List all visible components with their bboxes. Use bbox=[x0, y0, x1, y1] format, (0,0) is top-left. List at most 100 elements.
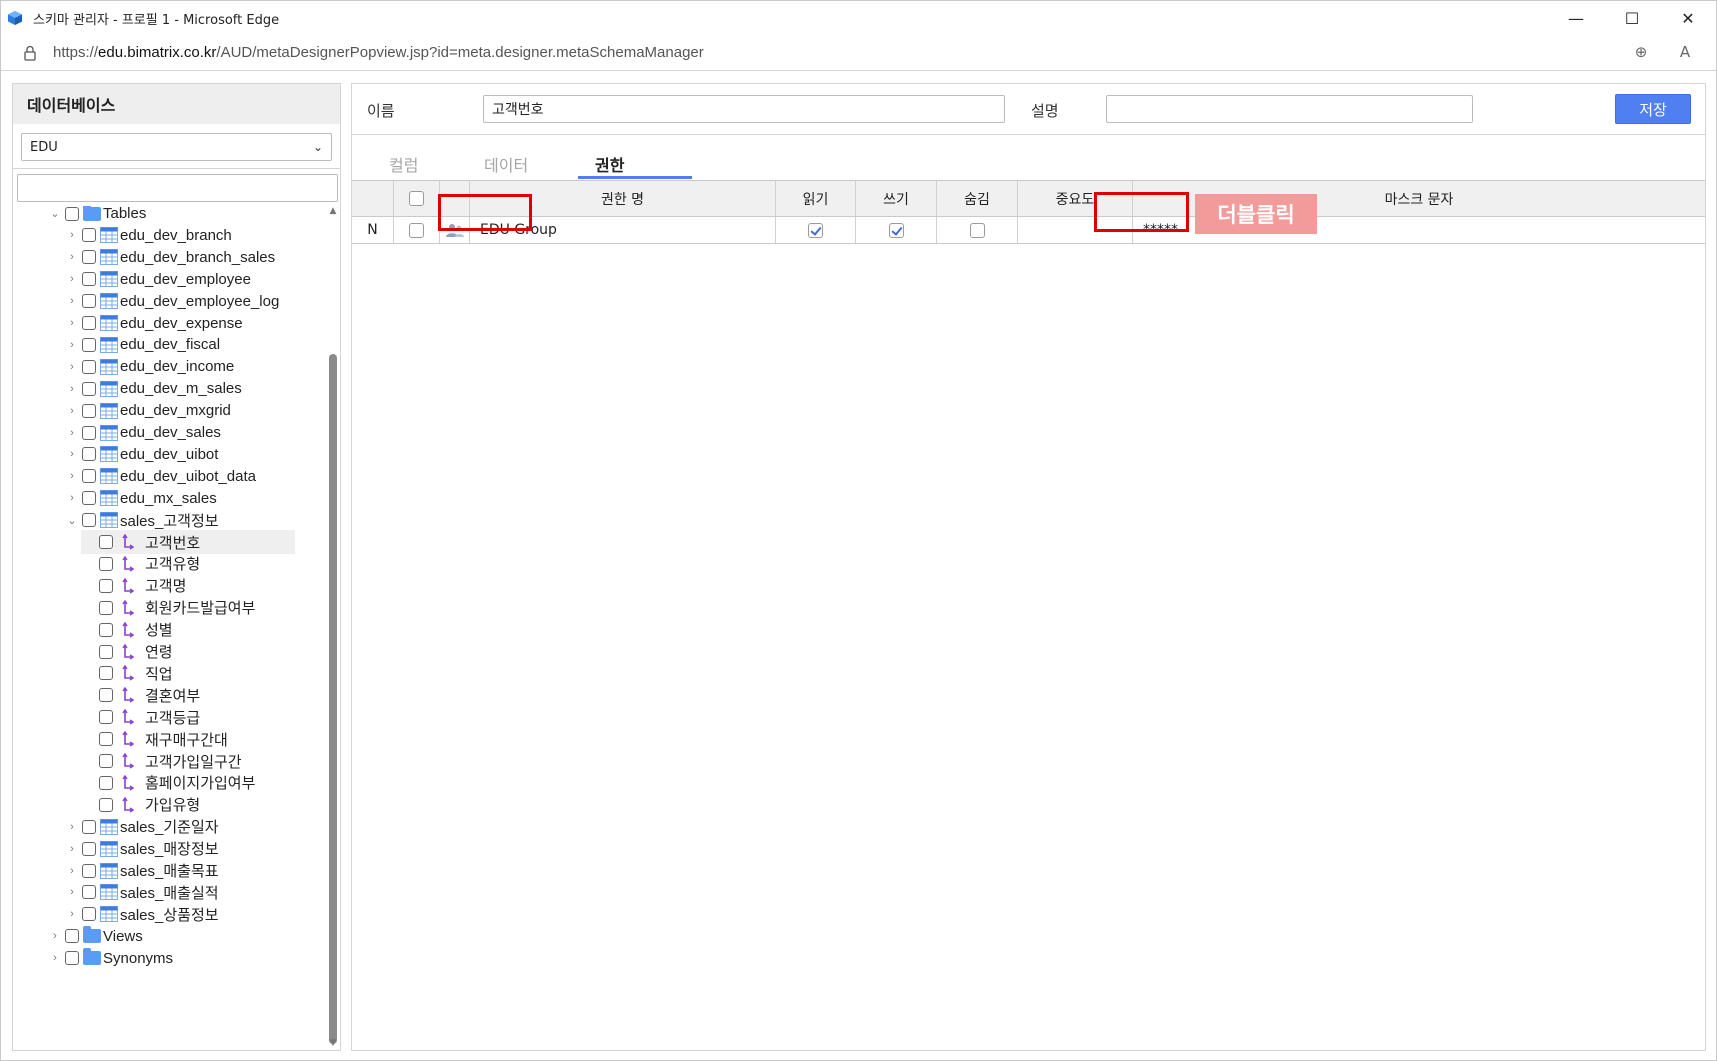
tree-checkbox[interactable] bbox=[82, 403, 96, 418]
tree-table-item[interactable]: › sales_상품정보 bbox=[66, 902, 325, 926]
chevron-right-icon[interactable]: › bbox=[66, 908, 78, 920]
chevron-right-icon[interactable]: › bbox=[66, 339, 78, 351]
row-checkbox[interactable] bbox=[409, 222, 424, 238]
save-button[interactable]: 저장 bbox=[1615, 94, 1691, 124]
tree-column-item[interactable]: 고객등급 bbox=[83, 705, 325, 729]
read-aloud-icon[interactable]: A bbox=[1674, 41, 1696, 63]
tree-checkbox[interactable] bbox=[99, 600, 113, 615]
tree-checkbox[interactable] bbox=[82, 337, 96, 352]
chevron-right-icon[interactable]: › bbox=[66, 448, 78, 460]
tree-column-item[interactable]: 홈페이지가입여부 bbox=[83, 771, 325, 795]
tree-column-item[interactable]: 연령 bbox=[83, 640, 325, 664]
scroll-down-icon[interactable]: ▼ bbox=[328, 1038, 338, 1048]
close-button[interactable]: ✕ bbox=[1660, 1, 1716, 35]
tree-column-item[interactable]: 고객번호 bbox=[81, 530, 295, 554]
chevron-right-icon[interactable]: › bbox=[66, 470, 78, 482]
tree-checkbox[interactable] bbox=[82, 863, 96, 878]
hide-checkbox[interactable] bbox=[969, 222, 985, 238]
tree-checkbox[interactable] bbox=[99, 754, 113, 768]
chevron-right-icon[interactable]: › bbox=[66, 821, 78, 833]
tree-checkbox[interactable] bbox=[99, 797, 113, 812]
tree-table-item[interactable]: › edu_dev_uibot_data bbox=[66, 464, 325, 488]
chevron-down-icon[interactable]: ⌄ bbox=[66, 514, 78, 527]
chevron-right-icon[interactable]: › bbox=[66, 251, 78, 263]
tab-data[interactable]: 데이터 bbox=[484, 152, 528, 176]
tree-table-item[interactable]: › edu_dev_sales bbox=[66, 421, 325, 445]
tree-checkbox[interactable] bbox=[99, 556, 113, 571]
tree-checkbox[interactable] bbox=[99, 775, 113, 790]
tree-checkbox[interactable] bbox=[65, 951, 79, 966]
tree-table-item[interactable]: › edu_dev_branch_sales bbox=[66, 245, 325, 269]
chevron-right-icon[interactable]: › bbox=[49, 952, 61, 964]
tree-checkbox[interactable] bbox=[82, 491, 96, 506]
tab-columns[interactable]: 컬럼 bbox=[389, 152, 418, 176]
write-checkbox[interactable] bbox=[888, 222, 904, 238]
url-text[interactable]: https://edu.bimatrix.co.kr/AUD/metaDesig… bbox=[53, 44, 704, 61]
chevron-right-icon[interactable]: › bbox=[66, 427, 78, 439]
read-checkbox[interactable] bbox=[808, 222, 823, 238]
tree-table-item[interactable]: › edu_dev_fiscal bbox=[66, 333, 325, 357]
tree-checkbox[interactable] bbox=[82, 359, 96, 374]
tree-table-item[interactable]: › edu_dev_uibot bbox=[66, 442, 325, 466]
tree-table-item[interactable]: ⌄ sales_고객정보 bbox=[66, 508, 325, 532]
tree-checkbox[interactable] bbox=[82, 513, 96, 528]
chevron-right-icon[interactable]: › bbox=[66, 383, 78, 395]
name-input[interactable]: 고객번호 bbox=[483, 95, 1005, 123]
chevron-right-icon[interactable]: › bbox=[66, 865, 78, 877]
tree-checkbox[interactable] bbox=[82, 250, 96, 265]
chevron-right-icon[interactable]: › bbox=[49, 930, 61, 942]
tree-checkbox[interactable] bbox=[82, 272, 96, 287]
tree-table-item[interactable]: › edu_dev_expense bbox=[66, 311, 325, 335]
database-select[interactable]: EDU ⌄ bbox=[21, 133, 332, 161]
tree-column-item[interactable]: 직업 bbox=[83, 661, 325, 685]
tree-table-item[interactable]: › edu_dev_branch bbox=[66, 223, 325, 247]
chevron-right-icon[interactable]: › bbox=[66, 843, 78, 855]
tree-table-item[interactable]: › edu_dev_mxgrid bbox=[66, 399, 325, 423]
chevron-right-icon[interactable]: › bbox=[66, 492, 78, 504]
chevron-right-icon[interactable]: › bbox=[66, 405, 78, 417]
table-row[interactable]: N EDU Group ***** bbox=[352, 217, 1705, 244]
scroll-thumb[interactable] bbox=[329, 354, 337, 1044]
chevron-right-icon[interactable]: › bbox=[66, 229, 78, 241]
tree-checkbox[interactable] bbox=[99, 535, 113, 549]
tree-column-item[interactable]: 고객유형 bbox=[83, 552, 325, 576]
tree-folder-synonyms[interactable]: › Synonyms bbox=[49, 946, 309, 970]
tree-column-item[interactable]: 고객가입일구간 bbox=[83, 749, 325, 773]
chevron-right-icon[interactable]: › bbox=[66, 886, 78, 898]
tree-table-item[interactable]: › edu_mx_sales bbox=[66, 486, 325, 510]
chevron-right-icon[interactable]: › bbox=[66, 361, 78, 373]
header-hide[interactable]: 숨김 bbox=[937, 181, 1018, 216]
tree-checkbox[interactable] bbox=[99, 666, 113, 681]
tree-checkbox[interactable] bbox=[65, 206, 79, 221]
tree-checkbox[interactable] bbox=[82, 907, 96, 922]
zoom-icon[interactable]: ⊕ bbox=[1630, 41, 1652, 63]
tree-table-item[interactable]: › sales_매장정보 bbox=[66, 837, 325, 861]
tree-checkbox[interactable] bbox=[82, 885, 96, 900]
tree-checkbox[interactable] bbox=[82, 841, 96, 856]
tab-permissions[interactable]: 권한 bbox=[595, 152, 624, 176]
tree-checkbox[interactable] bbox=[82, 819, 96, 834]
address-bar[interactable]: https://edu.bimatrix.co.kr/AUD/metaDesig… bbox=[1, 35, 1716, 71]
tree-scrollbar[interactable]: ▲ ▼ bbox=[326, 206, 340, 1048]
tree-table-item[interactable]: › edu_dev_income bbox=[66, 355, 325, 379]
tree-checkbox[interactable] bbox=[82, 425, 96, 440]
tree-checkbox[interactable] bbox=[99, 732, 113, 747]
chevron-right-icon[interactable]: › bbox=[66, 273, 78, 285]
chevron-right-icon[interactable]: › bbox=[66, 317, 78, 329]
tree-checkbox[interactable] bbox=[99, 688, 113, 703]
tree-column-item[interactable]: 고객명 bbox=[83, 574, 325, 598]
tree-table-item[interactable]: › sales_기준일자 bbox=[66, 815, 325, 839]
tree-column-item[interactable]: 재구매구간대 bbox=[83, 727, 325, 751]
tree-checkbox[interactable] bbox=[82, 469, 96, 484]
description-input[interactable] bbox=[1106, 95, 1473, 123]
tree-search-input[interactable] bbox=[17, 174, 338, 202]
tree-checkbox[interactable] bbox=[99, 710, 113, 725]
tree-table-item[interactable]: › edu_dev_m_sales bbox=[66, 377, 325, 401]
tree-checkbox[interactable] bbox=[99, 644, 113, 659]
scroll-up-icon[interactable]: ▲ bbox=[328, 206, 338, 216]
maximize-button[interactable]: ☐ bbox=[1604, 1, 1660, 35]
tree-table-item[interactable]: › sales_매출목표 bbox=[66, 859, 325, 883]
select-all-checkbox[interactable] bbox=[409, 191, 424, 206]
tree-column-item[interactable]: 회원카드발급여부 bbox=[83, 596, 325, 620]
tree-checkbox[interactable] bbox=[82, 294, 96, 309]
